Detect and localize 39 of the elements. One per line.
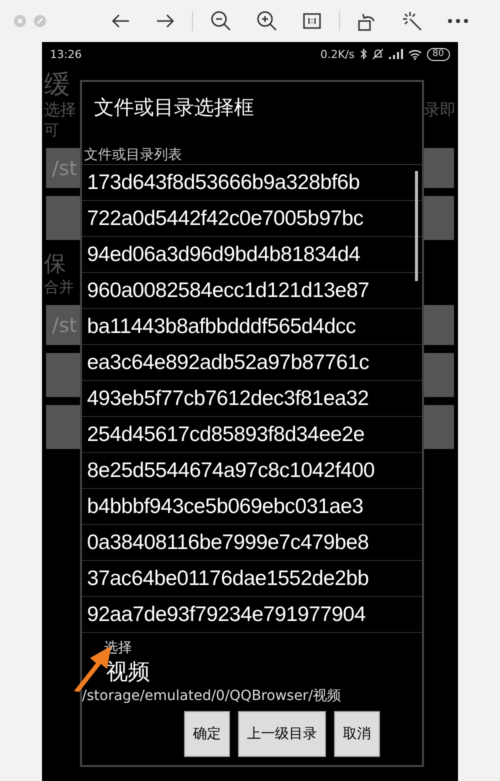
file-item[interactable]: 92aa7de93f79234e791977904 [82, 597, 422, 633]
settings-hint: 合并 [44, 278, 74, 297]
settings-title: 保 [44, 252, 66, 278]
clock: 13:26 [50, 48, 82, 60]
file-item[interactable]: 254d45617cd85893f8d34ee2e [82, 417, 422, 453]
more-icon[interactable] [448, 19, 468, 23]
settings-title: 缓 [44, 70, 70, 100]
bluetooth-icon [360, 48, 367, 60]
file-item[interactable]: ba11443b8afbbdddf565d4dcc [82, 309, 422, 345]
settings-hint: 选择 [44, 100, 76, 121]
dialog-button[interactable]: 上一级目录 [238, 711, 326, 757]
zoom-in-icon[interactable] [257, 11, 277, 31]
dialog-button[interactable]: 取消 [334, 711, 380, 757]
rotate-icon[interactable] [358, 11, 376, 31]
settings-hint: 可 [44, 121, 59, 140]
network-speed: 0.2K/s [320, 48, 355, 60]
selected-folder-name: 视频 [105, 659, 150, 687]
battery-indicator: 80 [426, 48, 450, 60]
file-item[interactable]: 960a0082584ecc1d121d13e87 [82, 273, 422, 309]
file-item[interactable]: ea3c64e892adb52a97b87761c [82, 345, 422, 381]
file-item[interactable]: 8e25d5544674a97c8c1042f400 [82, 453, 422, 489]
dialog-title: 文件或目录选择框 [93, 94, 255, 121]
dialog-button[interactable]: 确定 [184, 711, 230, 757]
scrollbar[interactable] [415, 171, 418, 281]
list-label: 文件或目录列表 [83, 146, 183, 164]
zoom-out-icon[interactable] [211, 11, 231, 31]
magic-wand-icon[interactable] [402, 11, 422, 31]
back-icon[interactable] [112, 14, 130, 28]
file-item[interactable]: 0a38408116be7999e7c479be8 [82, 525, 422, 561]
selected-folder-path: /storage/emulated/0/QQBrowser/视频 [82, 687, 342, 705]
file-item[interactable]: b4bbbf943ce5b069ebc031ae3 [82, 489, 422, 525]
wifi-icon [408, 48, 422, 60]
settings-hint: 录即 [424, 100, 456, 121]
file-item[interactable]: 493eb5f77cb7612dec3f81ea32 [82, 381, 422, 417]
alarm-off-icon [372, 48, 384, 60]
file-item[interactable]: 37ac64be01176dae1552de2bb [82, 561, 422, 597]
actual-size-icon[interactable] [303, 13, 321, 29]
forward-icon[interactable] [156, 14, 174, 28]
signal-icon [388, 49, 403, 59]
